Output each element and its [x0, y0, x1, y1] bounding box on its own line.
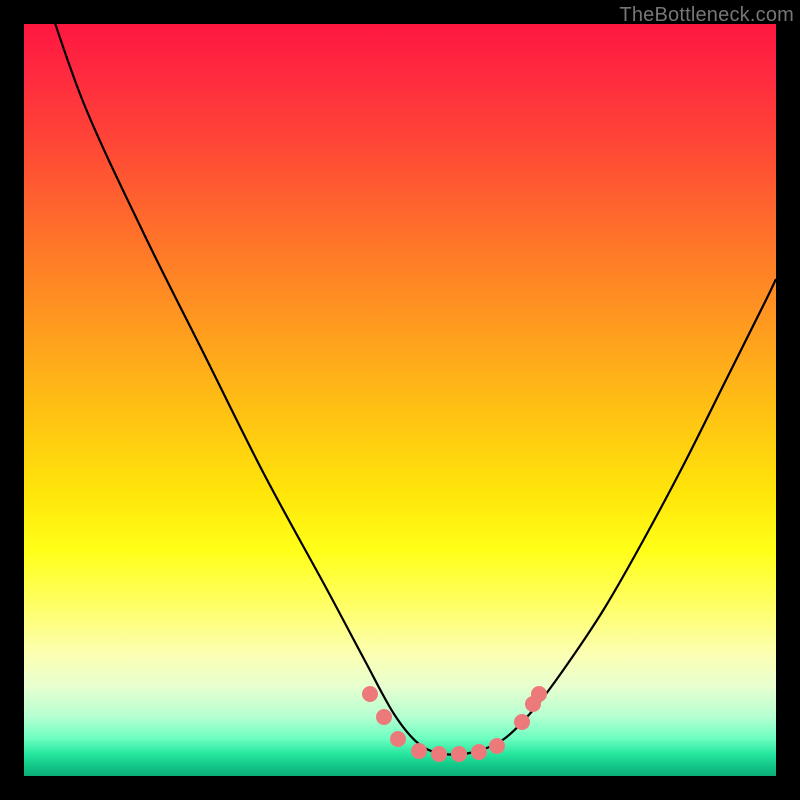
bottleneck-curve: [42, 24, 776, 755]
marker-group: [362, 686, 547, 762]
chart-svg: [24, 24, 776, 776]
pink-marker: [471, 744, 487, 760]
pink-marker: [451, 746, 467, 762]
watermark-text: TheBottleneck.com: [619, 4, 794, 27]
pink-marker: [531, 686, 547, 702]
pink-marker: [390, 731, 406, 747]
chart-frame: [24, 24, 776, 776]
pink-marker: [376, 709, 392, 725]
pink-marker: [411, 743, 427, 759]
pink-marker: [489, 738, 505, 754]
pink-marker: [431, 746, 447, 762]
pink-marker: [362, 686, 378, 702]
pink-marker: [514, 714, 530, 730]
